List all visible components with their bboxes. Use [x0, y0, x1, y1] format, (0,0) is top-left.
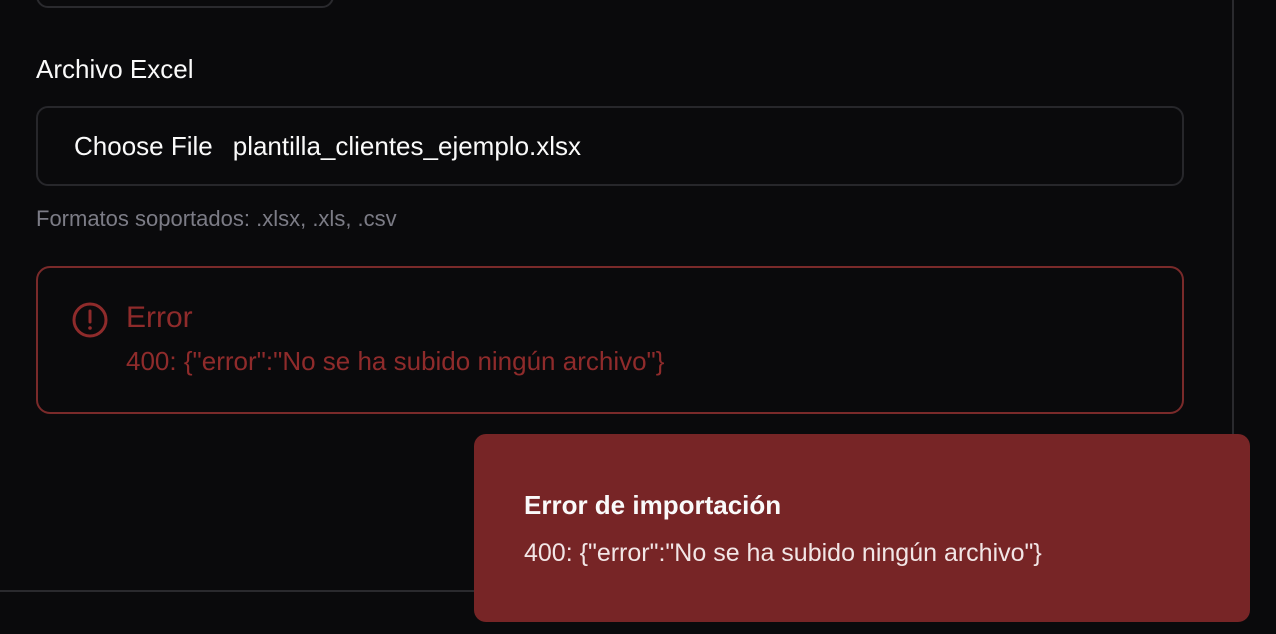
selected-file-name: plantilla_clientes_ejemplo.xlsx [232, 130, 582, 161]
panel-divider-vertical [1232, 0, 1234, 434]
panel-divider-horizontal [0, 590, 480, 592]
toast-title: Error de importación [524, 490, 782, 520]
import-page: Archivo Excel Choose File plantilla_clie… [0, 0, 1276, 634]
file-input[interactable]: Choose File plantilla_clientes_ejemplo.x… [36, 106, 1184, 186]
error-alert: Error 400: {"error":"No se ha subido nin… [36, 266, 1184, 414]
alert-circle-icon [72, 302, 108, 338]
previous-field-input[interactable] [36, 0, 334, 8]
alert-title: Error [126, 301, 193, 334]
choose-file-button[interactable]: Choose File [74, 131, 213, 162]
file-field-label: Archivo Excel [36, 54, 194, 84]
alert-message: 400: {"error":"No se ha subido ningún ar… [126, 346, 665, 376]
toast-message: 400: {"error":"No se ha subido ningún ar… [524, 539, 1042, 567]
error-toast[interactable]: Error de importación 400: {"error":"No s… [474, 434, 1250, 622]
file-formats-help: Formatos soportados: .xlsx, .xls, .csv [36, 206, 397, 231]
